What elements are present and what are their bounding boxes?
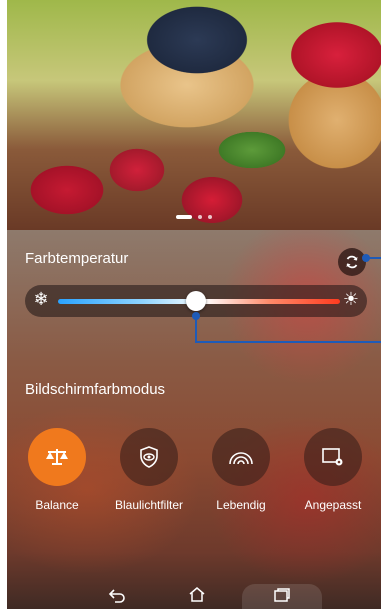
callout-line — [366, 257, 381, 259]
mode-label: Angepasst — [304, 498, 362, 512]
callout-line — [195, 341, 381, 343]
color-temperature-title: Farbtemperatur — [25, 250, 129, 267]
mode-label: Lebendig — [216, 498, 266, 512]
pager-dot — [176, 215, 192, 219]
back-button[interactable] — [87, 580, 147, 609]
callout-line — [195, 318, 197, 343]
mode-vivid-button[interactable] — [212, 428, 270, 486]
rainbow-icon — [229, 452, 253, 465]
mode-balance-button[interactable] — [28, 428, 86, 486]
home-button[interactable] — [167, 580, 227, 609]
mode-balance[interactable]: Balance — [12, 428, 102, 512]
mode-blue-light-filter-button[interactable] — [120, 428, 178, 486]
mode-vivid[interactable]: Lebendig — [196, 428, 286, 512]
navigation-bar — [7, 580, 381, 609]
snowflake-icon: ❄ — [33, 289, 49, 310]
mode-label: Balance — [35, 498, 79, 512]
mode-custom[interactable]: Angepasst — [288, 428, 378, 512]
reset-icon — [346, 255, 358, 269]
mode-custom-button[interactable] — [304, 428, 362, 486]
custom-settings-icon — [322, 448, 343, 466]
sun-icon: ☀ — [342, 289, 360, 310]
preview-image — [7, 0, 381, 230]
reset-button[interactable] — [338, 248, 366, 276]
balance-scale-icon — [46, 449, 68, 465]
eye-shield-icon — [140, 446, 158, 468]
recents-icon — [274, 587, 290, 602]
mode-blue-light-filter[interactable]: Blaulichtfilter — [104, 428, 194, 512]
slider-thumb[interactable] — [186, 291, 206, 311]
home-icon — [189, 587, 205, 602]
screen-color-mode-title: Bildschirmfarbmodus — [25, 381, 166, 398]
mode-label: Blaulichtfilter — [114, 498, 184, 512]
recents-button[interactable] — [252, 580, 312, 609]
back-icon — [108, 588, 125, 603]
pager-dot — [208, 215, 212, 219]
pager-dot — [198, 215, 202, 219]
pager-indicator — [7, 213, 381, 221]
